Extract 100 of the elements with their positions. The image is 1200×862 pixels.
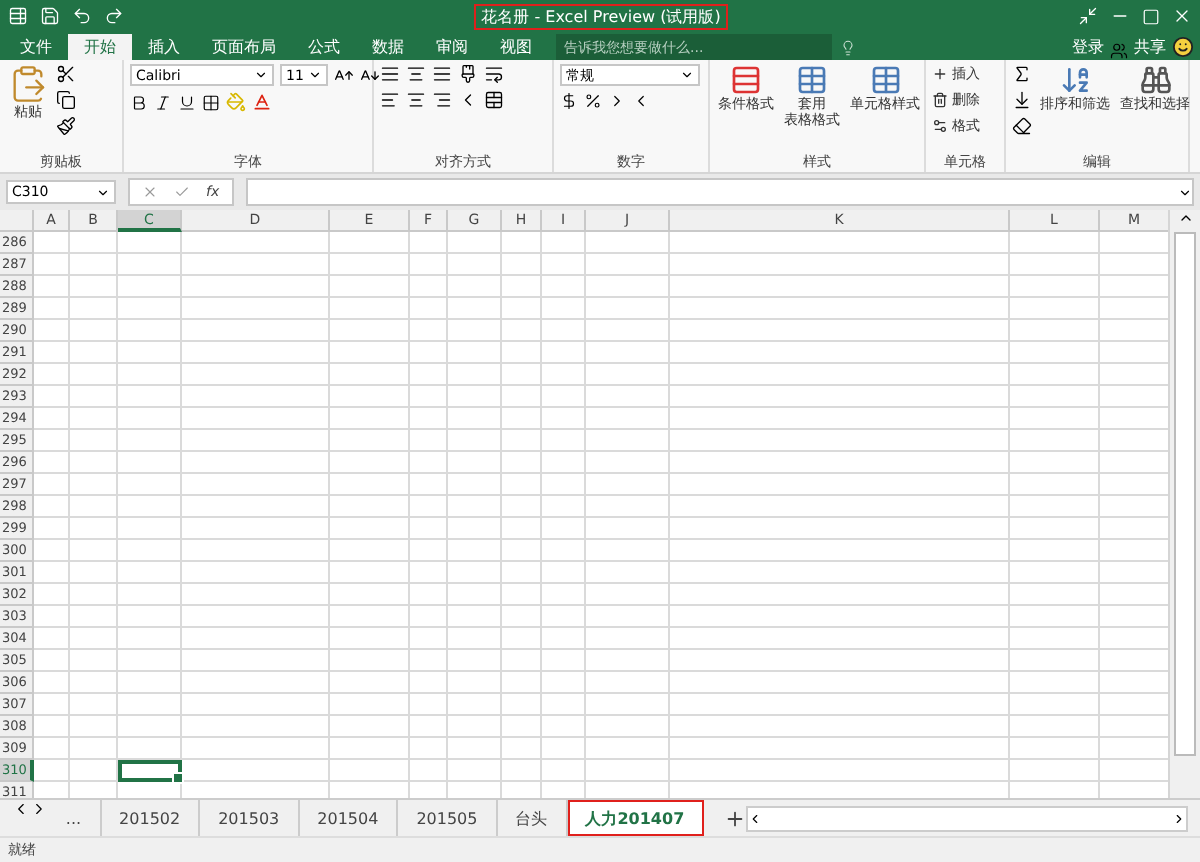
sheet-cell[interactable] (586, 628, 670, 650)
sheet-cell[interactable] (502, 474, 542, 496)
sheet-cell[interactable] (542, 760, 586, 782)
sheet-cell[interactable] (330, 232, 410, 254)
sheet-cell[interactable] (542, 276, 586, 298)
sheet-cell[interactable] (410, 474, 448, 496)
sheet-cell[interactable] (34, 562, 70, 584)
borders-icon[interactable] (202, 93, 220, 111)
close-icon[interactable] (1172, 6, 1193, 26)
sheet-cell[interactable] (34, 584, 70, 606)
sheet-cell[interactable] (502, 584, 542, 606)
sheet-cell[interactable] (502, 232, 542, 254)
scroll-up-icon[interactable] (1177, 210, 1193, 226)
sheet-cell[interactable] (670, 562, 1010, 584)
sheet-cell[interactable] (70, 298, 118, 320)
sheet-cell[interactable] (118, 408, 182, 430)
sheet-cell[interactable] (70, 254, 118, 276)
sheet-cell[interactable] (1010, 716, 1100, 738)
sheet-cell[interactable] (1010, 474, 1100, 496)
sheet-cell[interactable] (118, 584, 182, 606)
sheet-cell[interactable] (182, 738, 330, 760)
sheet-cell[interactable] (448, 628, 502, 650)
sheet-cell[interactable] (118, 628, 182, 650)
sheet-cell[interactable] (330, 298, 410, 320)
sheet-cell[interactable] (586, 562, 670, 584)
save-icon[interactable] (40, 6, 60, 26)
sheet-cell[interactable] (670, 452, 1010, 474)
previous-sheet-icon[interactable] (12, 800, 30, 818)
shrink-font-icon[interactable] (360, 65, 380, 85)
sheet-cell[interactable] (1010, 276, 1100, 298)
sheet-cell[interactable] (448, 452, 502, 474)
sheet-cell[interactable] (1010, 386, 1100, 408)
sheet-cell[interactable] (34, 320, 70, 342)
sheet-cell[interactable] (586, 364, 670, 386)
sheet-cell[interactable] (118, 562, 182, 584)
sheet-cell[interactable] (502, 716, 542, 738)
sheet-cell[interactable] (118, 232, 182, 254)
sheet-cell[interactable] (410, 298, 448, 320)
sheet-cell[interactable] (670, 408, 1010, 430)
sheet-cell[interactable] (182, 254, 330, 276)
sheet-cell[interactable] (182, 430, 330, 452)
sheet-cell[interactable] (330, 408, 410, 430)
sheet-cell[interactable] (330, 364, 410, 386)
sheet-cell[interactable] (1010, 430, 1100, 452)
sheet-cell[interactable] (586, 518, 670, 540)
sheet-cell[interactable] (410, 562, 448, 584)
sheet-cell[interactable] (70, 716, 118, 738)
sheet-cell[interactable] (118, 650, 182, 672)
sheet-cell[interactable] (670, 716, 1010, 738)
sheet-cell[interactable] (118, 738, 182, 760)
sheet-cell[interactable] (330, 254, 410, 276)
sheet-cell[interactable] (542, 320, 586, 342)
sheet-cell[interactable] (1010, 694, 1100, 716)
sheet-cell[interactable] (70, 386, 118, 408)
bottom-align-icon[interactable] (432, 64, 452, 84)
percent-icon[interactable] (584, 92, 602, 110)
sheet-cell[interactable] (448, 672, 502, 694)
sheet-cell[interactable] (448, 408, 502, 430)
sheet-cell[interactable] (448, 584, 502, 606)
sheet-cell[interactable] (70, 364, 118, 386)
bold-icon[interactable] (130, 93, 148, 111)
sheet-cell[interactable] (586, 496, 670, 518)
sheet-cell[interactable] (586, 298, 670, 320)
sheet-cell[interactable] (70, 320, 118, 342)
sheet-cell[interactable] (586, 320, 670, 342)
sheet-cell[interactable] (330, 540, 410, 562)
sheet-cell[interactable] (410, 650, 448, 672)
redo-icon[interactable] (104, 6, 124, 26)
sheet-cell[interactable] (586, 408, 670, 430)
sheet-cell[interactable] (182, 716, 330, 738)
sheet-cell[interactable] (182, 628, 330, 650)
currency-icon[interactable] (560, 92, 578, 110)
sheet-cell[interactable] (670, 694, 1010, 716)
sheet-cell[interactable] (34, 672, 70, 694)
sheet-cell[interactable] (34, 738, 70, 760)
sheet-cell[interactable] (1010, 628, 1100, 650)
sheet-cell[interactable] (70, 452, 118, 474)
scroll-left-icon[interactable] (748, 811, 763, 825)
sheet-cell[interactable] (670, 496, 1010, 518)
sheet-cell[interactable] (330, 562, 410, 584)
sheet-cell[interactable] (1010, 496, 1100, 518)
sheet-cell[interactable] (448, 760, 502, 782)
new-sheet-button[interactable] (724, 807, 747, 829)
sheet-cell[interactable] (502, 518, 542, 540)
sheet-cell[interactable] (118, 518, 182, 540)
sheet-cell[interactable] (34, 694, 70, 716)
sheet-cell[interactable] (670, 672, 1010, 694)
wrap-text-icon[interactable] (484, 64, 504, 84)
sheet-cell[interactable] (330, 716, 410, 738)
ribbon-tab[interactable]: 开始 (68, 34, 132, 60)
sheet-cell[interactable] (1010, 540, 1100, 562)
sheet-cell[interactable] (586, 276, 670, 298)
sheet-cell[interactable] (1010, 606, 1100, 628)
sheet-cell[interactable] (542, 298, 586, 320)
sheet-cell[interactable] (542, 650, 586, 672)
sheet-cell[interactable] (586, 650, 670, 672)
sheet-cell[interactable] (448, 562, 502, 584)
sheet-cell[interactable] (586, 716, 670, 738)
grow-font-icon[interactable] (334, 65, 354, 85)
sheet-cell[interactable] (448, 276, 502, 298)
